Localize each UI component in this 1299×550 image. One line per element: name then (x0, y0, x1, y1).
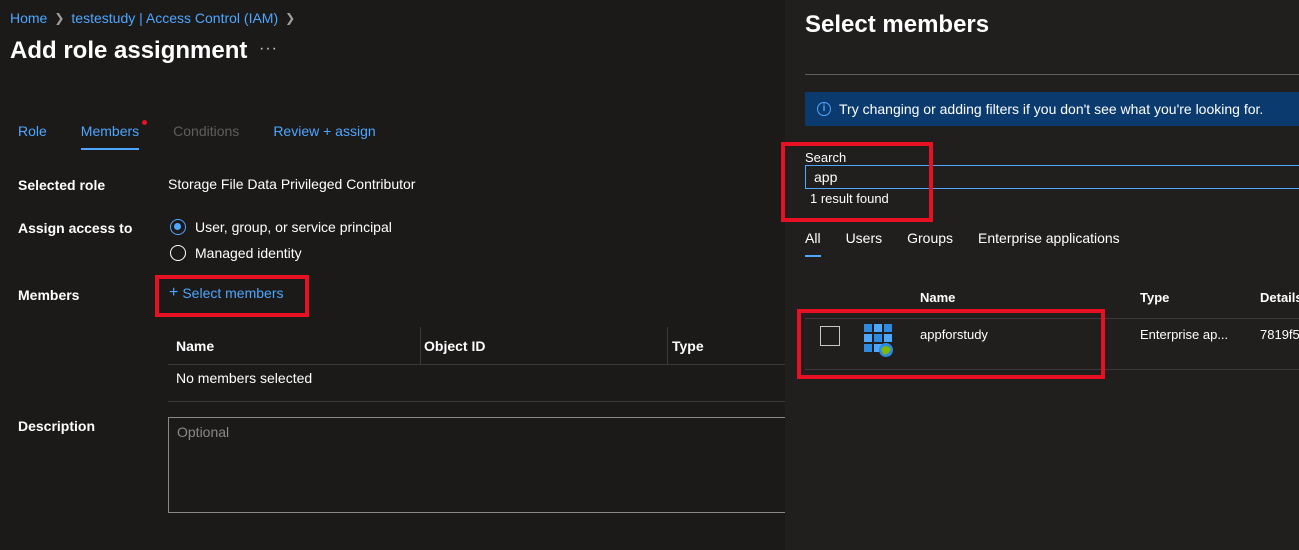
filter-tab-enterprise-apps[interactable]: Enterprise applications (978, 230, 1120, 257)
row-checkbox[interactable] (820, 326, 840, 346)
divider (805, 318, 1299, 319)
chevron-right-icon: ❯ (285, 11, 296, 25)
description-placeholder: Optional (177, 424, 230, 440)
select-members-panel: Select members i Try changing or adding … (781, 0, 1299, 550)
filter-tab-groups[interactable]: Groups (907, 230, 953, 257)
column-object-id: Object ID (424, 338, 486, 354)
column-type: Type (672, 338, 704, 354)
column-divider[interactable] (420, 327, 421, 364)
breadcrumb-home[interactable]: Home (10, 10, 47, 26)
tab-role[interactable]: Role (18, 123, 47, 150)
select-members-label: Select members (182, 285, 284, 301)
column-divider[interactable] (667, 327, 668, 364)
info-text: Try changing or adding filters if you do… (839, 101, 1264, 117)
radio-checked-icon[interactable] (170, 219, 186, 235)
selected-role-value: Storage File Data Privileged Contributor (168, 176, 416, 192)
breadcrumb: Home ❯ testestudy | Access Control (IAM)… (10, 10, 302, 26)
tab-review-assign[interactable]: Review + assign (273, 123, 375, 150)
column-name: Name (920, 290, 956, 305)
info-icon: i (817, 102, 831, 116)
chevron-right-icon: ❯ (54, 11, 65, 25)
panel-title: Select members (805, 11, 990, 38)
members-label: Members (18, 287, 80, 303)
divider (805, 369, 1299, 370)
assign-access-label: Assign access to (18, 220, 133, 236)
page-title: Add role assignment (10, 37, 248, 64)
filter-tabs: All Users Groups Enterprise applications (805, 230, 1145, 257)
radio-managed-identity[interactable]: Managed identity (170, 245, 302, 261)
radio-managed-label: Managed identity (195, 245, 302, 261)
plus-icon: + (169, 284, 179, 301)
result-type: Enterprise ap... (1140, 327, 1229, 342)
info-banner: i Try changing or adding filters if you … (805, 92, 1299, 126)
divider (805, 74, 1299, 75)
filter-tab-users[interactable]: Users (846, 230, 883, 257)
enterprise-app-icon (864, 324, 893, 357)
tab-members-label: Members (80, 123, 140, 139)
breadcrumb-iam[interactable]: testestudy | Access Control (IAM) (71, 10, 278, 26)
select-members-link[interactable]: + Select members (169, 284, 284, 302)
result-details: 7819f5 (1260, 327, 1299, 342)
radio-user-group-sp[interactable]: User, group, or service principal (170, 219, 392, 235)
empty-text: No members selected (176, 370, 313, 386)
radio-unchecked-icon[interactable] (170, 245, 186, 261)
radio-user-label: User, group, or service principal (195, 219, 392, 235)
column-details: Details (1260, 290, 1299, 305)
members-table-header: Name Object ID Type (168, 327, 785, 365)
description-label: Description (18, 418, 96, 434)
more-options-button[interactable]: ··· (259, 40, 278, 58)
column-type: Type (1140, 290, 1170, 305)
result-name: appforstudy (920, 327, 988, 342)
wizard-tabs: Role Members Conditions Review + assign (18, 120, 410, 150)
tab-members[interactable]: Members (80, 120, 148, 150)
required-dot-icon (142, 120, 148, 125)
description-textarea[interactable]: Optional (168, 417, 788, 513)
column-name: Name (176, 338, 215, 354)
result-count: 1 result found (810, 191, 889, 206)
selected-role-label: Selected role (18, 177, 106, 193)
filter-tab-all[interactable]: All (805, 230, 821, 257)
search-input[interactable] (805, 165, 1299, 189)
search-label: Search (805, 150, 847, 165)
members-table-empty-row: No members selected (168, 364, 785, 402)
tab-conditions: Conditions (173, 123, 240, 139)
